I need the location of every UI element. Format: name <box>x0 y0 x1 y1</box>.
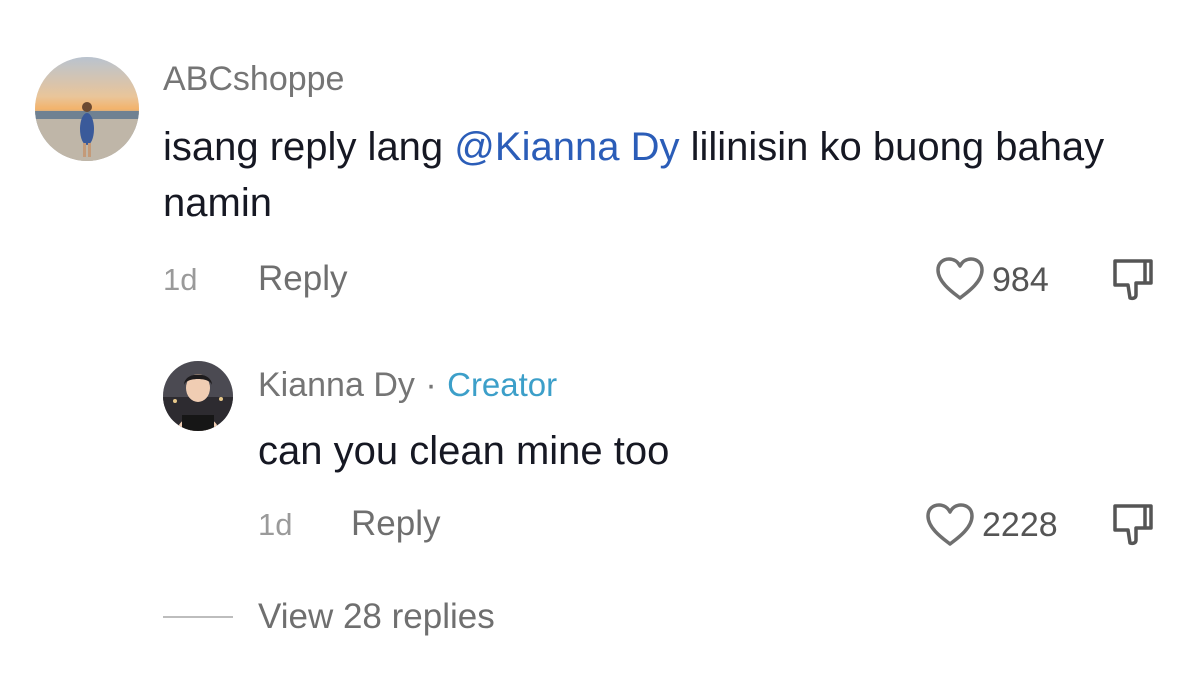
thumbs-down-icon[interactable] <box>1109 500 1155 546</box>
heart-outline-icon[interactable] <box>925 502 975 548</box>
separator-dot: · <box>425 366 437 404</box>
comment-text-before: isang reply lang <box>163 125 455 169</box>
avatar[interactable] <box>163 361 233 431</box>
avatar-photo-portrait <box>163 361 233 431</box>
comment-username[interactable]: ABCshoppe <box>163 60 344 99</box>
replies-divider-line <box>163 616 233 618</box>
view-replies-button[interactable]: View 28 replies <box>258 597 495 637</box>
heart-outline-icon[interactable] <box>935 256 985 302</box>
reply-header: Kianna Dy · Creator <box>258 366 557 405</box>
reply-button[interactable]: Reply <box>258 259 347 299</box>
mention-link[interactable]: @Kianna Dy <box>454 125 679 169</box>
reply-button[interactable]: Reply <box>351 504 440 544</box>
reply-timestamp: 1d <box>258 507 293 542</box>
avatar[interactable] <box>35 57 139 161</box>
like-count: 2228 <box>982 506 1058 544</box>
reply-username[interactable]: Kianna Dy <box>258 366 415 404</box>
comment-timestamp: 1d <box>163 262 198 297</box>
creator-badge: Creator <box>447 366 558 403</box>
reply-text: can you clean mine too <box>258 429 670 473</box>
comment-text: isang reply lang @Kianna Dy lilinisin ko… <box>163 119 1153 231</box>
like-count: 984 <box>992 261 1049 299</box>
avatar-photo-beach <box>35 57 139 161</box>
thumbs-down-icon[interactable] <box>1109 255 1155 301</box>
